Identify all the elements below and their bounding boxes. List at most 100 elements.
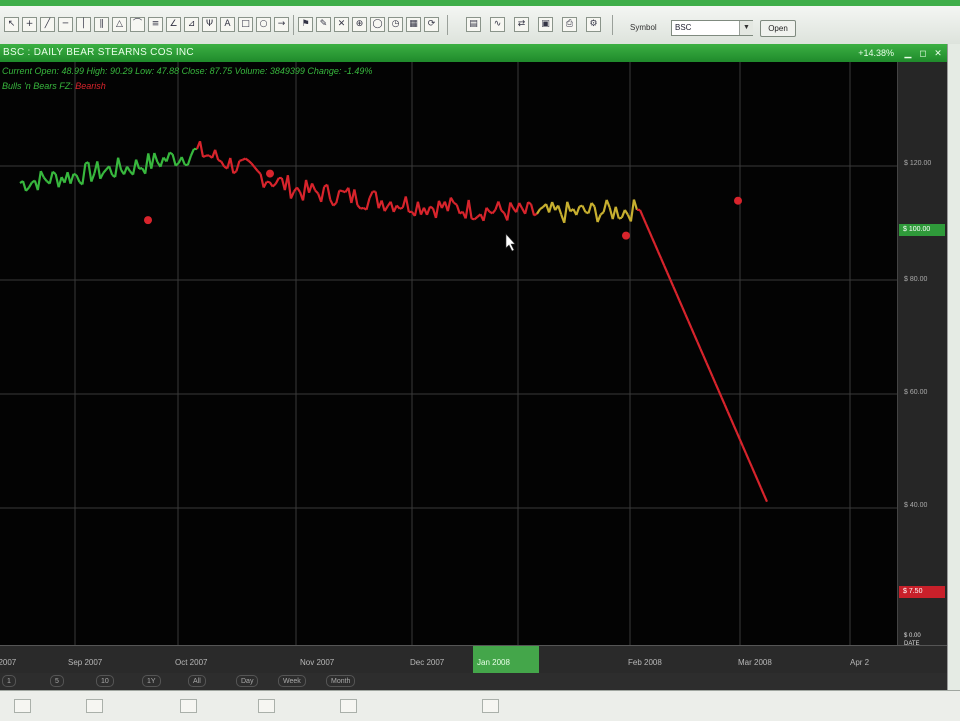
pitchfork-tool-icon[interactable]: Ψ bbox=[202, 17, 217, 32]
price-bar bbox=[239, 160, 242, 161]
last-price-badge: $ 7.50 bbox=[899, 586, 945, 598]
price-bar bbox=[400, 208, 403, 209]
chart-panel[interactable]: Current Open: 48.99 High: 90.29 Low: 47.… bbox=[0, 62, 897, 645]
price-bar bbox=[601, 212, 604, 214]
price-bar bbox=[258, 171, 261, 174]
print-icon[interactable]: ⎙ bbox=[562, 17, 577, 32]
price-bar bbox=[658, 252, 661, 259]
price-bar bbox=[97, 161, 100, 178]
text-tool-icon[interactable]: A bbox=[220, 17, 235, 32]
price-bar bbox=[230, 158, 233, 173]
price-bar bbox=[170, 153, 173, 155]
status-button[interactable] bbox=[180, 699, 197, 713]
price-bar bbox=[710, 370, 713, 377]
chart-title: BSC : DAILY BEAR STEARNS COS INC bbox=[3, 47, 194, 58]
period-tab[interactable]: 1Y bbox=[142, 675, 161, 687]
price-axis[interactable]: $ 120.00 $ 100.00 $ 80.00 $ 60.00 $ 40.0… bbox=[897, 62, 948, 645]
angle-tool-icon[interactable]: ∠ bbox=[166, 17, 181, 32]
status-button[interactable] bbox=[86, 699, 103, 713]
pointer-tool-icon[interactable]: ↖ bbox=[4, 17, 19, 32]
arrow-tool-icon[interactable]: → bbox=[274, 17, 289, 32]
chevron-down-icon[interactable]: ▼ bbox=[739, 21, 753, 35]
status-button[interactable] bbox=[14, 699, 31, 713]
price-bar bbox=[486, 208, 489, 212]
flag-tool-icon[interactable]: ⚑ bbox=[298, 17, 313, 32]
price-bar bbox=[370, 192, 373, 198]
arc-tool-icon[interactable]: ⌒ bbox=[130, 17, 145, 32]
circle-tool-icon[interactable]: ◯ bbox=[370, 17, 385, 32]
price-bar bbox=[173, 154, 176, 165]
hline-tool-icon[interactable]: ─ bbox=[58, 17, 73, 32]
price-bar bbox=[507, 202, 510, 220]
ohlc-info: Current Open: 48.99 High: 90.29 Low: 47.… bbox=[2, 66, 372, 76]
refresh-icon[interactable]: ⟳ bbox=[424, 17, 439, 32]
draw-tool-icon[interactable]: ✎ bbox=[316, 17, 331, 32]
price-bar bbox=[588, 203, 591, 213]
price-bar bbox=[631, 200, 634, 222]
price-bar bbox=[691, 328, 694, 335]
price-chart[interactable] bbox=[0, 62, 897, 645]
price-bar bbox=[619, 218, 622, 219]
channel-tool-icon[interactable]: ∥ bbox=[94, 17, 109, 32]
status-button[interactable] bbox=[482, 699, 499, 713]
price-bar bbox=[743, 446, 746, 453]
chart-grid bbox=[0, 62, 897, 645]
open-button[interactable]: Open bbox=[760, 20, 796, 37]
price-bar bbox=[752, 467, 755, 474]
period-tab[interactable]: 10 bbox=[96, 675, 114, 687]
price-tick: $ 120.00 bbox=[904, 160, 931, 167]
indicator-info: Bulls 'n Bears FZ: Bearish bbox=[2, 81, 106, 91]
close-icon[interactable]: ✕ bbox=[932, 47, 944, 59]
price-bar bbox=[333, 203, 336, 206]
ellipse-tool-icon[interactable]: ○ bbox=[256, 17, 271, 32]
period-tab[interactable]: Month bbox=[326, 675, 355, 687]
status-button[interactable] bbox=[258, 699, 275, 713]
grid-icon[interactable]: ▦ bbox=[406, 17, 421, 32]
price-bar bbox=[525, 202, 528, 214]
gann-tool-icon[interactable]: ⊿ bbox=[184, 17, 199, 32]
price-bar bbox=[29, 182, 32, 187]
period-tab[interactable]: 5 bbox=[50, 675, 64, 687]
fib-tool-icon[interactable]: ≡ bbox=[148, 17, 163, 32]
delete-drawing-icon[interactable]: ✕ bbox=[334, 17, 349, 32]
zoom-in-icon[interactable]: ⊕ bbox=[352, 17, 367, 32]
price-bar bbox=[534, 214, 537, 216]
price-bar bbox=[734, 425, 737, 432]
price-bar bbox=[679, 300, 682, 307]
period-tab[interactable]: 1 bbox=[2, 675, 16, 687]
line-tool-icon[interactable]: ╱ bbox=[40, 17, 55, 32]
price-bar bbox=[582, 206, 585, 212]
clock-icon[interactable]: ◷ bbox=[388, 17, 403, 32]
period-tab[interactable]: Week bbox=[278, 675, 306, 687]
price-bar bbox=[682, 307, 685, 314]
price-bar bbox=[41, 171, 44, 177]
compare-icon[interactable]: ⇄ bbox=[514, 17, 529, 32]
settings-icon[interactable]: ⚙ bbox=[586, 17, 601, 32]
indicator-icon[interactable]: ∿ bbox=[490, 17, 505, 32]
layout-icon[interactable]: ▣ bbox=[538, 17, 553, 32]
axis-footer-label: $ 0.00 bbox=[904, 632, 921, 640]
vline-tool-icon[interactable]: │ bbox=[76, 17, 91, 32]
period-tab[interactable]: Day bbox=[236, 675, 258, 687]
minimize-icon[interactable]: ▁ bbox=[902, 47, 914, 59]
triangle-tool-icon[interactable]: △ bbox=[112, 17, 127, 32]
price-bar bbox=[430, 207, 433, 209]
rect-tool-icon[interactable]: □ bbox=[238, 17, 253, 32]
toolbar-separator bbox=[612, 15, 613, 35]
price-bar bbox=[327, 185, 330, 200]
period-tab[interactable]: All bbox=[188, 675, 206, 687]
window-right-edge bbox=[947, 44, 960, 694]
price-bar bbox=[357, 205, 360, 208]
chart-type-icon[interactable]: ▤ bbox=[466, 17, 481, 32]
crosshair-tool-icon[interactable]: + bbox=[22, 17, 37, 32]
date-axis[interactable]: Jan 2008 Aug 2007 Sep 2007 Oct 2007 Nov … bbox=[0, 645, 947, 674]
date-tick: Oct 2007 bbox=[175, 658, 207, 667]
price-bar bbox=[215, 150, 218, 160]
status-button[interactable] bbox=[340, 699, 357, 713]
price-bar bbox=[385, 206, 388, 211]
price-bar bbox=[661, 259, 664, 266]
maximize-icon[interactable]: ◻ bbox=[917, 47, 929, 59]
price-bar bbox=[576, 207, 579, 215]
price-bar bbox=[764, 495, 767, 502]
price-bar bbox=[406, 196, 409, 212]
